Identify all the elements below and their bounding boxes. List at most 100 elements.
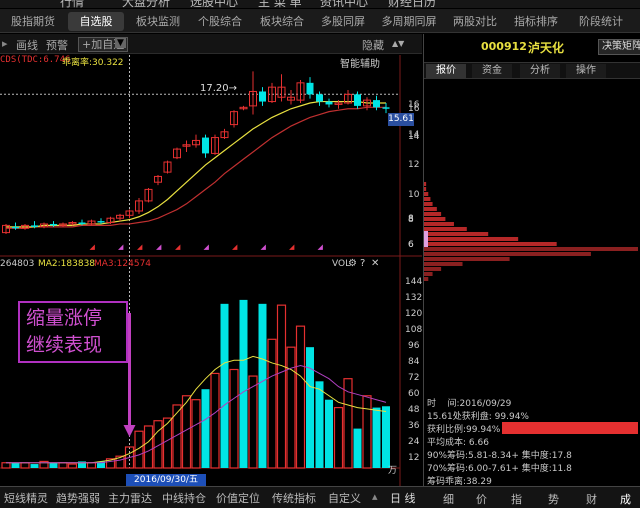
vol-ma-label: MA2:183838 xyxy=(38,259,96,269)
tab-watchlist[interactable]: 自选股 xyxy=(68,12,124,31)
bottom-tab[interactable]: 短线精灵 xyxy=(4,490,48,506)
candle-down xyxy=(382,107,390,109)
top-menu: 行情 大盘分析 选股中心 主 菜 单 资讯中心 财经日历 xyxy=(0,0,640,8)
alert-button[interactable]: 预警 xyxy=(46,37,68,53)
draw-line-button[interactable]: 画线 xyxy=(16,37,38,53)
candle-down xyxy=(373,100,380,108)
panel-tab[interactable]: 指 xyxy=(511,491,522,507)
tab-multi-period[interactable]: 多周期同屏 xyxy=(374,12,444,31)
dropdown-icon[interactable]: ▼ xyxy=(115,38,126,48)
close-icon[interactable]: ✕ xyxy=(371,258,379,269)
bottom-tab[interactable]: 趋势强弱 xyxy=(56,490,100,506)
kline-chart: ◢ ◢ ◢ ◢ ◢ ◢ ◢ ◢ ◢ ◢ xyxy=(0,55,422,486)
tab-bar: 股指期货 自选股 板块监测 个股综合 板块综合 多股同屏 多周期同屏 两股对比 … xyxy=(0,9,640,33)
tab-multi-stock[interactable]: 多股同屏 xyxy=(314,12,372,31)
chip-bar xyxy=(424,242,557,246)
volume-bar-down xyxy=(258,303,267,468)
volume-bar-down xyxy=(239,299,248,468)
divergence-label: 乖离率:30.322 xyxy=(62,58,124,68)
menu-item[interactable]: 资讯中心 xyxy=(320,0,368,8)
bottom-tab[interactable]: 价值定位 xyxy=(216,490,260,506)
signal-marker: ◢ xyxy=(261,243,267,251)
menu-item[interactable]: 财经日历 xyxy=(388,0,436,8)
stock-code: 000912 xyxy=(481,40,527,53)
gear-icon[interactable]: ⚙ xyxy=(348,258,357,269)
subtab-funds[interactable]: 资金 xyxy=(472,64,512,78)
panel-tab[interactable]: 细 xyxy=(443,491,454,507)
volume-bar-down xyxy=(201,389,210,468)
tab-sector-monitor[interactable]: 板块监测 xyxy=(128,12,188,31)
bottom-tab[interactable]: 传统指标 xyxy=(272,490,316,506)
menu-item[interactable]: 主 菜 单 xyxy=(258,0,302,8)
cost-marker xyxy=(424,231,428,247)
panel-tab[interactable]: 价 xyxy=(476,491,487,507)
vol-ma-label: MA3:124574 xyxy=(94,259,152,269)
menu-icon[interactable]: ▸ xyxy=(2,37,8,50)
vol-axis-tick: 120 xyxy=(405,309,423,319)
signal-marker: ◢ xyxy=(204,243,210,251)
vol-axis-tick: 36 xyxy=(408,421,420,431)
volume-bar-up xyxy=(248,375,258,469)
chart-area[interactable]: ◢ ◢ ◢ ◢ ◢ ◢ ◢ ◢ ◢ ◢ CDS(TDC:6.746 乖离率:30.322 智能辅助… xyxy=(0,55,422,486)
volume-bar-up xyxy=(58,462,68,469)
crosshair-date-tag: 2016/09/30/五 xyxy=(126,474,206,486)
chip-bar xyxy=(424,247,638,251)
collapse-icon[interactable]: ▲▼ xyxy=(392,39,404,48)
vol-axis-tick: 144 xyxy=(405,277,423,287)
volume-bar-down xyxy=(325,399,333,468)
current-price-tag: 15.61 xyxy=(388,113,414,126)
tab-stock-overview[interactable]: 个股综合 xyxy=(190,12,250,31)
menu-item[interactable]: 行情 xyxy=(60,0,84,8)
scroll-up-icon[interactable]: ▴ xyxy=(372,490,378,503)
high-price-marker: 17.20→ xyxy=(200,83,238,94)
bottom-tab[interactable]: 自定义 xyxy=(328,490,361,506)
avg-cost: 平均成本: 6.66 xyxy=(427,438,489,448)
panel-tab[interactable]: 势 xyxy=(548,491,559,507)
vol-axis-tick: 84 xyxy=(408,357,420,367)
profit-ratio-bar xyxy=(502,422,638,434)
app-window: 行情 大盘分析 选股中心 主 菜 单 资讯中心 财经日历 股指期货 自选股 板块… xyxy=(0,0,640,508)
bottom-tab[interactable]: 中线持仓 xyxy=(162,490,206,506)
chip-axis-tick: 8 xyxy=(408,215,414,225)
question-icon[interactable]: ? xyxy=(360,258,365,269)
chip-bar xyxy=(424,252,591,256)
subtab-quote[interactable]: 报价 xyxy=(426,64,466,78)
decision-matrix-button[interactable]: 决策矩阵 xyxy=(598,39,640,55)
chip-90: 90%筹码:5.81-8.34+ 集中度:17.8 xyxy=(427,451,572,461)
signal-marker: ◢ xyxy=(156,243,162,251)
signal-marker: ◢ xyxy=(118,243,124,251)
indicator-text: CDS(TDC:6.746 xyxy=(0,55,71,65)
tab-futures[interactable]: 股指期货 xyxy=(2,12,64,31)
vol-unit: 万 xyxy=(388,466,398,476)
menu-item[interactable]: 选股中心 xyxy=(190,0,238,8)
subtab-analysis[interactable]: 分析 xyxy=(520,64,560,78)
subtab-operation[interactable]: 操作 xyxy=(566,64,606,78)
menu-item[interactable]: 大盘分析 xyxy=(122,0,170,8)
vol-axis-tick: 108 xyxy=(405,325,423,335)
annotation-line1: 缩量涨停 xyxy=(26,307,103,329)
tab-indicator-sort[interactable]: 指标排序 xyxy=(506,12,566,31)
tab-compare[interactable]: 两股对比 xyxy=(446,12,504,31)
bottom-bar: 短线精灵 趋势强弱 主力雷达 中线持仓 价值定位 传统指标 自定义 ▴ 日 线 … xyxy=(0,486,640,508)
chip-bar xyxy=(424,202,433,206)
volume-bar-up xyxy=(1,462,11,469)
chip-bar xyxy=(424,192,429,196)
time-label: 时 间:2016/09/29 xyxy=(427,396,511,409)
panel-tab[interactable]: 财 xyxy=(586,491,597,507)
profit-info: 15.61处获利盘: 99.94% xyxy=(427,412,529,422)
panel-tab[interactable]: 成 xyxy=(620,491,631,507)
chip-bar xyxy=(424,232,489,236)
subtab-bar: 报价 资金 分析 操作 xyxy=(424,62,640,79)
period-daily[interactable]: 日 线 xyxy=(390,490,416,506)
signal-marker: ◢ xyxy=(175,243,181,251)
vol-axis-tick: 60 xyxy=(408,389,420,399)
chip-bar xyxy=(424,257,510,261)
hide-button[interactable]: 隐藏 xyxy=(362,37,384,53)
assist-label[interactable]: 智能辅助 xyxy=(340,55,380,70)
tab-sector-overview[interactable]: 板块综合 xyxy=(252,12,312,31)
volume-bar-up xyxy=(191,399,201,469)
tab-stage-stats[interactable]: 阶段统计 xyxy=(568,12,634,31)
bottom-tab[interactable]: 主力雷达 xyxy=(108,490,152,506)
chip-bar xyxy=(424,237,519,241)
volume-bar-up xyxy=(210,372,220,469)
